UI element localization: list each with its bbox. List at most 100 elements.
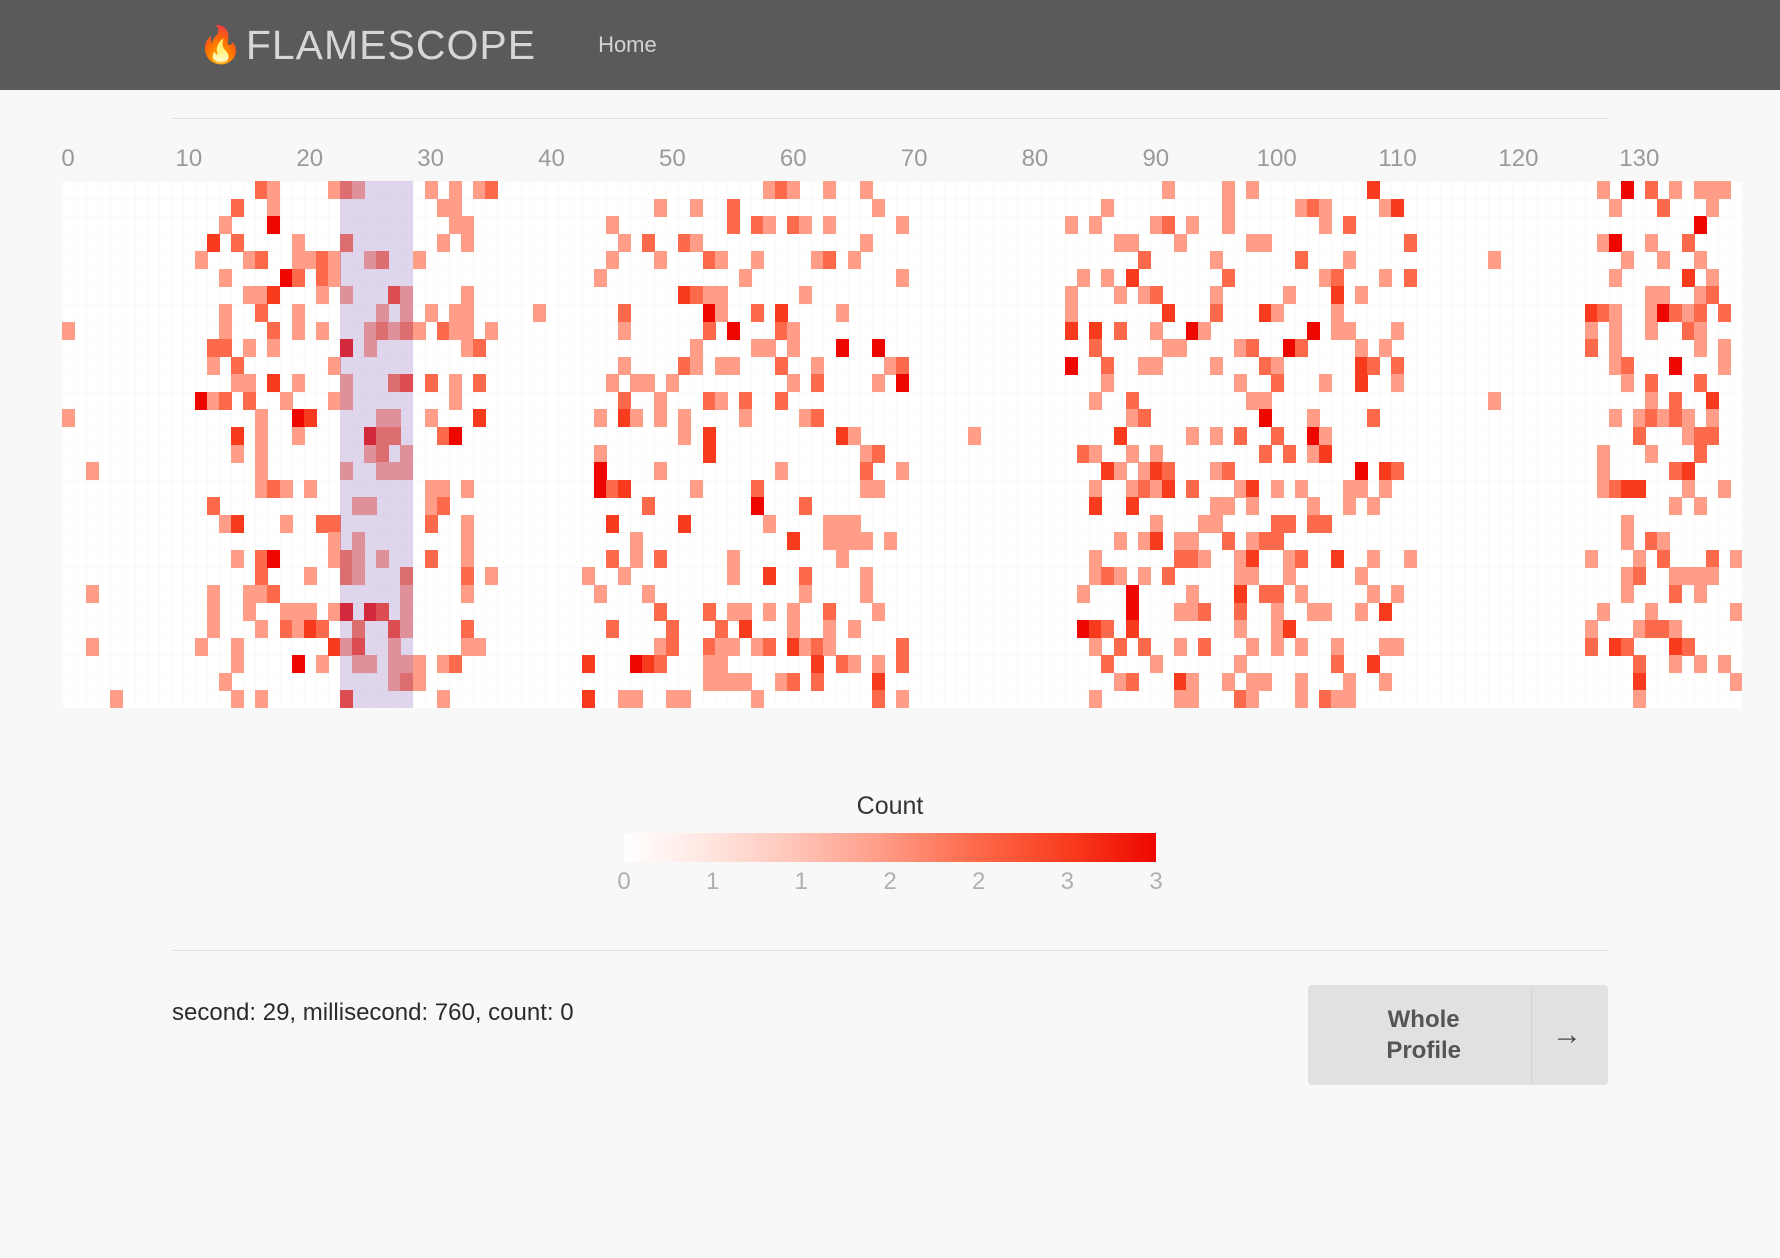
heatmap-cell[interactable]: [1633, 655, 1647, 674]
heatmap-cell[interactable]: [207, 497, 221, 516]
heatmap-cell[interactable]: [1149, 321, 1163, 340]
heatmap-cell[interactable]: [255, 426, 269, 445]
heatmap-cell[interactable]: [1367, 655, 1381, 674]
heatmap-cell[interactable]: [1222, 672, 1236, 691]
heatmap-cell[interactable]: [787, 321, 801, 340]
heatmap-cell[interactable]: [448, 181, 462, 199]
heatmap-cell[interactable]: [1234, 567, 1248, 586]
heatmap-cell[interactable]: [327, 549, 341, 568]
heatmap-cell[interactable]: [267, 286, 281, 305]
heatmap-cell[interactable]: [303, 620, 317, 639]
heatmap-cell[interactable]: [1488, 391, 1502, 410]
heatmap-cell[interactable]: [231, 444, 245, 463]
heatmap-cell[interactable]: [605, 514, 619, 533]
heatmap-cell[interactable]: [1331, 655, 1345, 674]
heatmap-cell[interactable]: [726, 672, 740, 691]
heatmap-cell[interactable]: [775, 462, 789, 481]
heatmap-cell[interactable]: [315, 620, 329, 639]
heatmap-cell[interactable]: [1101, 655, 1115, 674]
heatmap-cell[interactable]: [617, 690, 631, 708]
heatmap-cell[interactable]: [279, 620, 293, 639]
heatmap-cell[interactable]: [1306, 198, 1320, 217]
heatmap-cell[interactable]: [895, 356, 909, 375]
heatmap-cell[interactable]: [799, 497, 813, 516]
heatmap-cell[interactable]: [1693, 181, 1707, 199]
heatmap-cell[interactable]: [1125, 672, 1139, 691]
heatmap-cell[interactable]: [726, 567, 740, 586]
heatmap-cell[interactable]: [1318, 374, 1332, 393]
heatmap-cell[interactable]: [1258, 409, 1272, 428]
heatmap-cell[interactable]: [1234, 549, 1248, 568]
heatmap-cell[interactable]: [1331, 690, 1345, 708]
heatmap-cell[interactable]: [303, 567, 317, 586]
heatmap-cell[interactable]: [702, 391, 716, 410]
heatmap-cell[interactable]: [654, 198, 668, 217]
heatmap-cell[interactable]: [835, 655, 849, 674]
heatmap-cell[interactable]: [1645, 444, 1659, 463]
heatmap-cell[interactable]: [303, 409, 317, 428]
heatmap-cell[interactable]: [1355, 374, 1369, 393]
heatmap-cell[interactable]: [1318, 514, 1332, 533]
heatmap-cell[interactable]: [1173, 690, 1187, 708]
heatmap-cell[interactable]: [1246, 549, 1260, 568]
heatmap-cell[interactable]: [291, 303, 305, 322]
heatmap-cell[interactable]: [485, 181, 499, 199]
heatmap-cell[interactable]: [726, 356, 740, 375]
heatmap-cell[interactable]: [847, 426, 861, 445]
heatmap-cell[interactable]: [485, 321, 499, 340]
heatmap-cell[interactable]: [291, 409, 305, 428]
heatmap-cell[interactable]: [859, 181, 873, 199]
heatmap-cell[interactable]: [219, 268, 233, 287]
heatmap-cell[interactable]: [1621, 514, 1635, 533]
heatmap-cell[interactable]: [1258, 444, 1272, 463]
heatmap-cell[interactable]: [267, 216, 281, 235]
heatmap-cell[interactable]: [412, 655, 426, 674]
heatmap-cell[interactable]: [823, 602, 837, 621]
heatmap-cell[interactable]: [1717, 356, 1731, 375]
heatmap-cell[interactable]: [1089, 339, 1103, 358]
heatmap-cell[interactable]: [750, 303, 764, 322]
heatmap-cell[interactable]: [630, 549, 644, 568]
heatmap-cell[interactable]: [424, 549, 438, 568]
heatmap-cell[interactable]: [605, 374, 619, 393]
heatmap-cell[interactable]: [448, 655, 462, 674]
heatmap-cell[interactable]: [1693, 497, 1707, 516]
heatmap-cell[interactable]: [1222, 216, 1236, 235]
heatmap-cell[interactable]: [231, 426, 245, 445]
heatmap-cell[interactable]: [617, 356, 631, 375]
heatmap-cell[interactable]: [231, 198, 245, 217]
heatmap-cell[interactable]: [1282, 444, 1296, 463]
heatmap-cell[interactable]: [1246, 233, 1260, 252]
heatmap-cell[interactable]: [436, 497, 450, 516]
heatmap-cell[interactable]: [702, 321, 716, 340]
heatmap-cell[interactable]: [279, 268, 293, 287]
heatmap-cell[interactable]: [1379, 479, 1393, 498]
heatmap-cell[interactable]: [654, 655, 668, 674]
heatmap-cell[interactable]: [714, 391, 728, 410]
heatmap-cell[interactable]: [1161, 339, 1175, 358]
heatmap-cell[interactable]: [1246, 567, 1260, 586]
heatmap-cell[interactable]: [811, 637, 825, 656]
heatmap-cell[interactable]: [291, 602, 305, 621]
heatmap-cell[interactable]: [1331, 549, 1345, 568]
heatmap-cell[interactable]: [1234, 374, 1248, 393]
heatmap-cell[interactable]: [1282, 514, 1296, 533]
heatmap-cell[interactable]: [412, 672, 426, 691]
heatmap-cell[interactable]: [787, 339, 801, 358]
heatmap-cell[interactable]: [219, 514, 233, 533]
heatmap-cell[interactable]: [1391, 462, 1405, 481]
heatmap-cell[interactable]: [194, 391, 208, 410]
heatmap-cell[interactable]: [315, 286, 329, 305]
heatmap-cell[interactable]: [1137, 637, 1151, 656]
heatmap-cell[interactable]: [1379, 462, 1393, 481]
heatmap-cell[interactable]: [750, 216, 764, 235]
heatmap-cell[interactable]: [1065, 356, 1079, 375]
heatmap-cell[interactable]: [871, 374, 885, 393]
heatmap-cell[interactable]: [1077, 620, 1091, 639]
heatmap-cell[interactable]: [1331, 303, 1345, 322]
heatmap-cell[interactable]: [1137, 356, 1151, 375]
heatmap-cell[interactable]: [231, 655, 245, 674]
heatmap-cell[interactable]: [1645, 391, 1659, 410]
heatmap-cell[interactable]: [678, 286, 692, 305]
heatmap-cell[interactable]: [763, 339, 776, 358]
